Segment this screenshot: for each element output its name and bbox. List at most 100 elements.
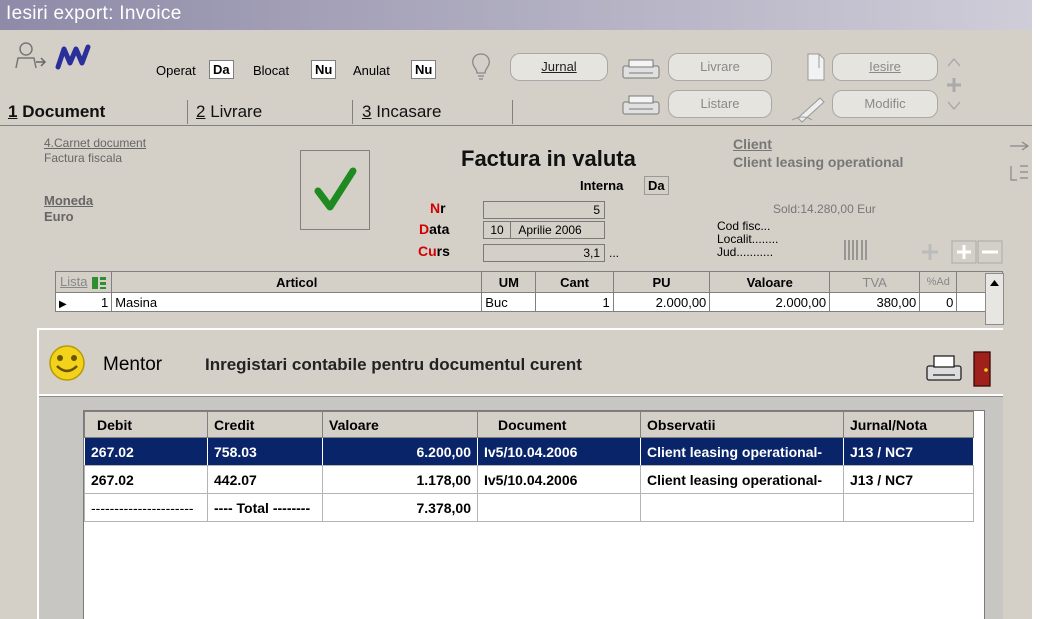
interna-value[interactable]: Da xyxy=(644,176,669,195)
nr-field[interactable]: 5 xyxy=(483,201,605,219)
col-observatii[interactable]: Observatii xyxy=(640,411,844,438)
curs-field[interactable]: 3,1 xyxy=(483,244,605,262)
livrare-button[interactable]: Livrare xyxy=(668,53,772,81)
cell-jurnal-nota: J13 / NC7 xyxy=(843,465,974,494)
iesire-button[interactable]: Iesire xyxy=(832,53,938,81)
cell-ad[interactable]: 0 xyxy=(919,292,958,312)
col-cant[interactable]: Cant xyxy=(535,271,614,293)
col-credit[interactable]: Credit xyxy=(207,411,323,438)
printer-icon[interactable] xyxy=(620,94,662,118)
listare-button[interactable]: Listare xyxy=(668,90,772,118)
date-month: Aprilie 2006 xyxy=(518,223,582,237)
barcode-icon[interactable] xyxy=(842,238,870,262)
col-um[interactable]: UM xyxy=(481,271,537,293)
jurnal-button[interactable]: Jurnal xyxy=(510,53,608,81)
cell-articol[interactable]: Masina xyxy=(111,292,483,312)
pen-icon[interactable] xyxy=(790,92,830,124)
curs-label: Curs xyxy=(418,243,450,259)
modific-label: Modific xyxy=(864,96,906,111)
col-pu[interactable]: PU xyxy=(612,271,711,293)
articles-header: Lista Articol UM Cant PU Valoare TVA %Ad xyxy=(54,271,1003,293)
col-document[interactable]: Document xyxy=(477,411,641,438)
smiley-icon xyxy=(49,345,85,381)
document-icon[interactable] xyxy=(805,52,827,82)
iesire-label: Iesire xyxy=(869,59,901,74)
row-number: 1 xyxy=(100,294,109,310)
cell-debit: 267.02 xyxy=(84,437,208,466)
operat-label: Operat xyxy=(156,63,196,78)
blocat-value[interactable]: Nu xyxy=(311,60,337,79)
cell-um[interactable]: Buc xyxy=(481,292,537,312)
col-ad[interactable]: %Ad xyxy=(919,271,958,293)
col-valoare[interactable]: Valoare xyxy=(322,411,478,438)
accounting-total-row[interactable]: ---------------------- ---- Total ------… xyxy=(84,493,974,522)
tabs-baseline xyxy=(0,125,1032,126)
col-debit[interactable]: Debit xyxy=(84,411,208,438)
cell-valoare[interactable]: 2.000,00 xyxy=(709,292,831,312)
carnet-value: Factura fiscala xyxy=(44,151,123,165)
tab-divider xyxy=(512,100,513,124)
printer-icon[interactable] xyxy=(925,354,963,386)
title-bar: Iesiri export: Invoice xyxy=(0,0,1032,30)
tree-view-icon[interactable] xyxy=(1010,165,1028,181)
tab-livrare-label: Livrare xyxy=(210,102,263,121)
tab-incasare-label: Incasare xyxy=(376,102,442,121)
col-articol[interactable]: Articol xyxy=(111,271,483,293)
client-value: Client leasing operational xyxy=(733,154,904,170)
tab-livrare-num: 2 xyxy=(196,102,206,121)
expand-icon[interactable] xyxy=(1010,141,1030,151)
moneda-label[interactable]: Moneda xyxy=(44,193,93,208)
cross-icon[interactable] xyxy=(947,78,961,92)
columns-icon[interactable] xyxy=(91,276,107,290)
modific-button[interactable]: Modific xyxy=(832,90,938,118)
article-row[interactable]: ▶ 1 Masina Buc 1 2.000,00 2.000,00 380,00… xyxy=(54,292,1003,312)
tab-incasare[interactable]: 3 Incasare xyxy=(362,98,441,125)
side-panel-icons xyxy=(1010,141,1030,181)
exit-door-icon[interactable] xyxy=(971,350,993,388)
articles-scrollbar[interactable] xyxy=(985,273,1004,325)
col-lista[interactable]: Lista xyxy=(54,271,113,293)
client-sold: Sold:14.280,00 Eur xyxy=(773,202,876,216)
cod-fisc: Cod fisc... xyxy=(717,219,771,233)
accounting-row[interactable]: 267.02 442.07 1.178,00 Iv5/10.04.2006 Cl… xyxy=(84,465,974,494)
articles-table: Lista Articol UM Cant PU Valoare TVA %Ad… xyxy=(54,271,1003,312)
carnet-label[interactable]: 4.Carnet document xyxy=(44,136,146,150)
accounting-entries-panel: Debit Credit Valoare Document Observatii… xyxy=(83,410,985,619)
client-label[interactable]: Client xyxy=(733,136,772,152)
row-controls xyxy=(922,240,1003,264)
anulat-value[interactable]: Nu xyxy=(411,60,437,79)
date-field[interactable]: 10 Aprilie 2006 xyxy=(483,221,605,239)
col-jurnal-nota[interactable]: Jurnal/Nota xyxy=(843,411,974,438)
listare-label: Listare xyxy=(700,96,740,111)
tab-incasare-num: 3 xyxy=(362,102,372,121)
cell-tva[interactable]: 380,00 xyxy=(829,292,921,312)
col-tva[interactable]: TVA xyxy=(829,271,921,293)
tab-divider xyxy=(187,100,188,124)
document-title: Factura in valuta xyxy=(461,146,636,171)
judet: Jud........... xyxy=(717,245,774,259)
interna-label: Interna xyxy=(580,178,624,193)
curs-dots[interactable]: ... xyxy=(609,246,619,260)
up-arrow-icon[interactable] xyxy=(947,57,961,67)
tab-document[interactable]: 1 Document xyxy=(8,98,105,125)
accounting-table: Debit Credit Valoare Document Observatii… xyxy=(84,411,974,522)
col-lista-label: Lista xyxy=(60,274,88,290)
cell-pu[interactable]: 2.000,00 xyxy=(612,292,711,312)
user-transfer-icon[interactable] xyxy=(12,40,46,72)
printer-icon[interactable] xyxy=(620,58,662,82)
tab-document-label: Document xyxy=(22,102,106,121)
cell-cant[interactable]: 1 xyxy=(535,292,614,312)
lightbulb-icon[interactable] xyxy=(470,52,492,82)
tab-livrare[interactable]: 2 Livrare xyxy=(196,98,262,125)
down-arrow-icon[interactable] xyxy=(947,101,961,111)
insert-icon[interactable] xyxy=(922,244,938,260)
operat-value[interactable]: Da xyxy=(209,60,234,79)
col-valoare[interactable]: Valoare xyxy=(709,271,831,293)
accounting-row[interactable]: 267.02 758.03 6.200,00 Iv5/10.04.2006 Cl… xyxy=(84,437,974,466)
m-logo-icon xyxy=(55,44,91,70)
scroll-up-icon[interactable] xyxy=(986,274,1003,294)
cell-observatii xyxy=(640,493,844,522)
cell-observatii: Client leasing operational- xyxy=(640,465,844,494)
tab-document-num: 1 xyxy=(8,102,18,121)
cell-document: Iv5/10.04.2006 xyxy=(477,465,641,494)
